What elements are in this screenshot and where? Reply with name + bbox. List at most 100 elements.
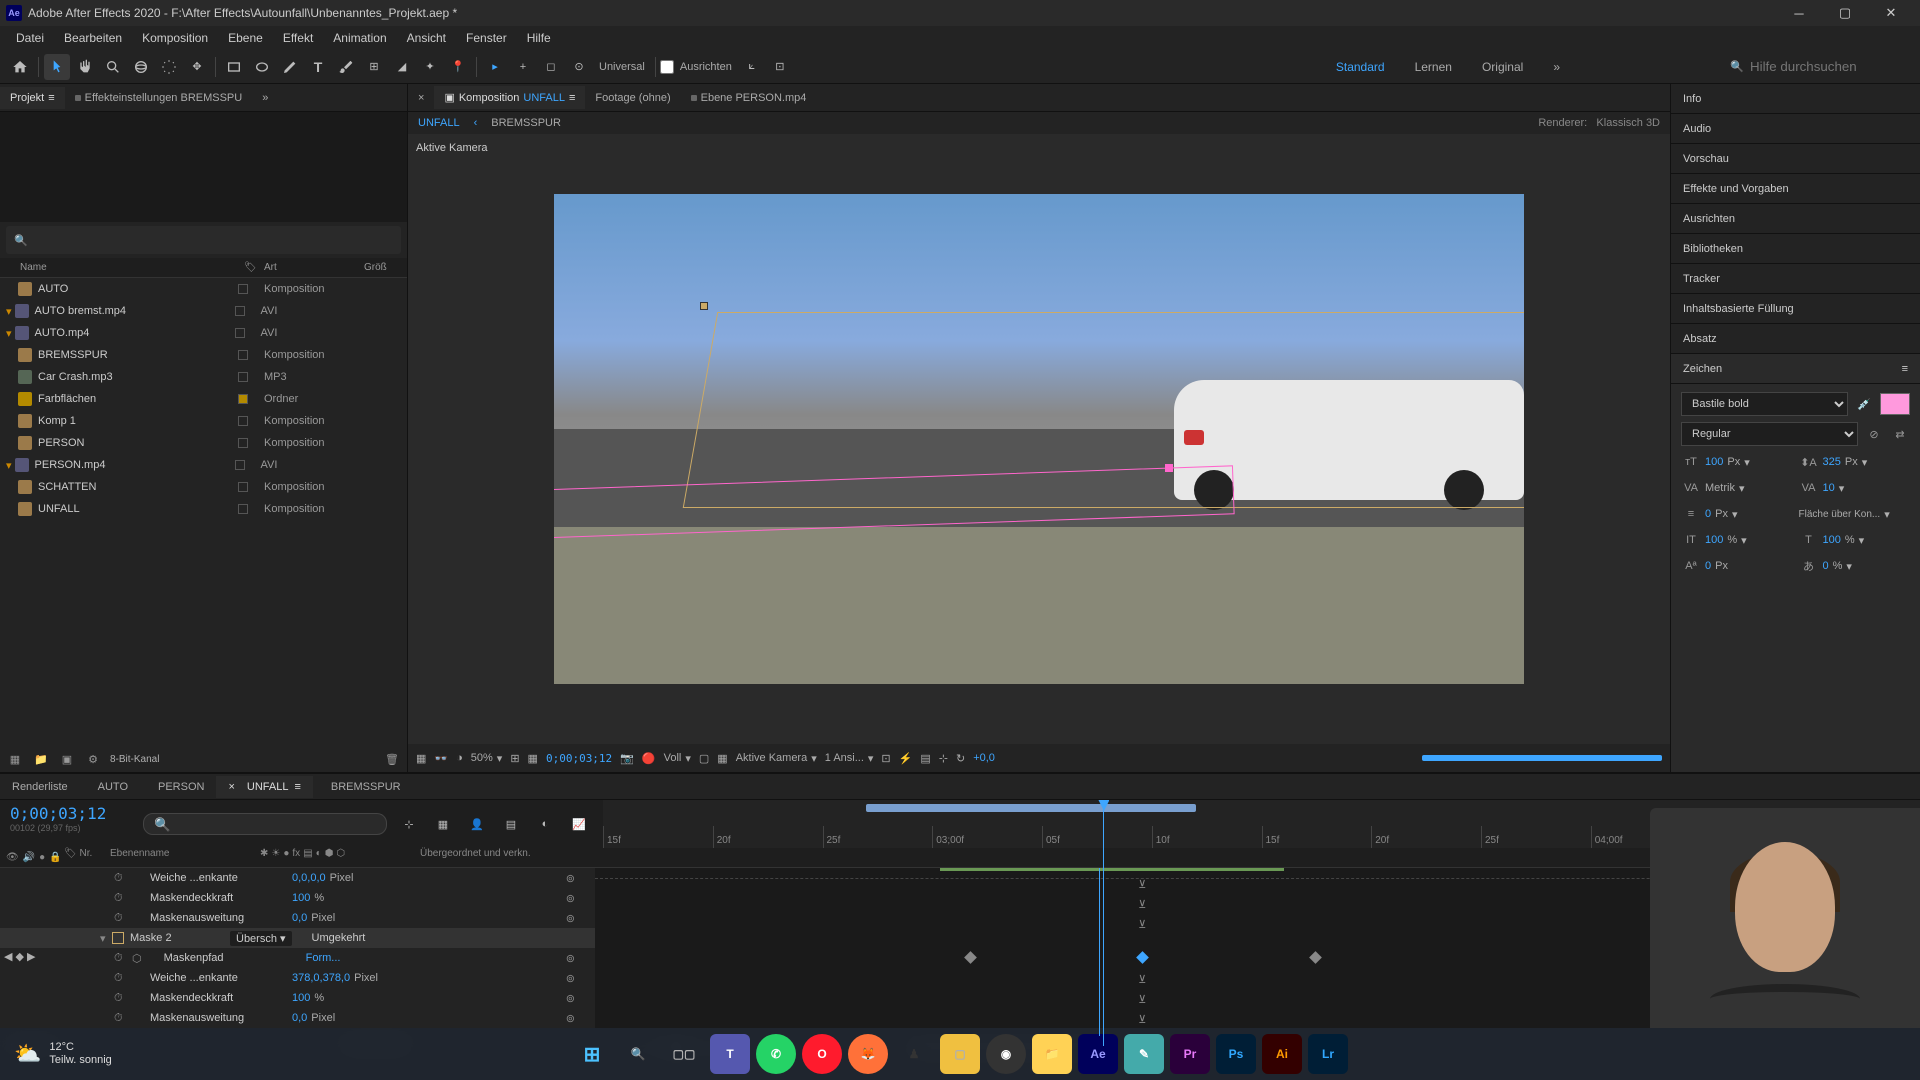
exposure-value[interactable]: +0,0 xyxy=(973,752,995,764)
reset-exposure[interactable]: ↻ xyxy=(956,752,965,765)
menu-komposition[interactable]: Komposition xyxy=(132,28,218,48)
task-view[interactable]: ▢▢ xyxy=(664,1034,704,1074)
selection-tool[interactable] xyxy=(44,54,70,80)
view-select[interactable]: Aktive Kamera ▾ xyxy=(736,752,817,765)
menu-fenster[interactable]: Fenster xyxy=(456,28,517,48)
timeline-timecode[interactable]: 0;00;03;12 xyxy=(10,804,125,823)
bit-depth[interactable]: 8-Bit-Kanal xyxy=(110,754,159,765)
orbit-tool[interactable] xyxy=(128,54,154,80)
fullres-toggle[interactable]: ⊞ xyxy=(510,752,519,765)
viewer-timecode[interactable]: 0;00;03;12 xyxy=(546,752,612,765)
swap-colors-icon[interactable]: ⇄ xyxy=(1890,424,1910,444)
comp-viewer[interactable]: Aktive Kamera xyxy=(408,134,1670,744)
flowchart-btn[interactable]: ⊹ xyxy=(939,752,948,765)
zoom-tool[interactable] xyxy=(100,54,126,80)
search-button[interactable]: 🔍 xyxy=(618,1034,658,1074)
project-item[interactable]: UNFALLKomposition xyxy=(0,498,407,520)
leading-value[interactable]: 325 xyxy=(1823,456,1841,468)
rotation-tool[interactable] xyxy=(156,54,182,80)
app-obs[interactable]: ◉ xyxy=(986,1034,1026,1074)
new-comp[interactable]: ▣ xyxy=(58,750,76,768)
view-axis[interactable]: ◻ xyxy=(538,54,564,80)
home-button[interactable] xyxy=(7,54,33,80)
project-item[interactable]: ▾AUTO bremst.mp4AVI xyxy=(0,300,407,322)
stamp-tool[interactable]: ⊞ xyxy=(361,54,387,80)
project-item[interactable]: Komp 1Komposition xyxy=(0,410,407,432)
tab-overflow[interactable]: » xyxy=(252,87,278,109)
graph-editor[interactable]: 📈 xyxy=(566,811,592,837)
keyframe-next[interactable]: ▶ xyxy=(27,950,35,963)
text-tool[interactable]: T xyxy=(305,54,331,80)
motion-blur[interactable]: ◐ xyxy=(532,811,558,837)
weather-widget[interactable]: ⛅ 12°CTeilw. sonnig xyxy=(0,1041,126,1067)
fast-preview[interactable]: ⚡ xyxy=(899,752,913,765)
app-opera[interactable]: O xyxy=(802,1034,842,1074)
align-checkbox[interactable] xyxy=(660,60,674,74)
mask-toggle[interactable]: ◑ xyxy=(456,752,463,764)
minimize-button[interactable]: ─ xyxy=(1776,0,1822,26)
project-item[interactable]: SCHATTENKomposition xyxy=(0,476,407,498)
hand-tool[interactable] xyxy=(72,54,98,80)
anchor-tool[interactable]: ✥ xyxy=(184,54,210,80)
tab-renderliste[interactable]: Renderliste xyxy=(0,776,80,798)
app-illustrator[interactable]: Ai xyxy=(1262,1034,1302,1074)
comp-mini-flowchart[interactable]: ⊹ xyxy=(396,811,422,837)
glasses-toggle[interactable]: 👓 xyxy=(434,752,448,765)
timeline-btn[interactable]: ▤ xyxy=(920,752,930,765)
playhead[interactable] xyxy=(1103,806,1104,1046)
roto-tool[interactable]: ✦ xyxy=(417,54,443,80)
start-button[interactable]: ⊞ xyxy=(572,1034,612,1074)
timeline-layer-list[interactable]: ◀ ◆ ▶ ⏱Weiche ...enkante0,0,0,0Pixel⊚⏱Ma… xyxy=(0,868,595,1036)
panel-paragraph[interactable]: Absatz xyxy=(1671,324,1920,354)
snapshot-button[interactable]: 📷 xyxy=(620,752,634,765)
fill-color-swatch[interactable] xyxy=(1880,393,1910,415)
panel-character[interactable]: Zeichen≡ xyxy=(1671,354,1920,384)
timeline-property-row[interactable]: ⏱Maskenausweitung0,0Pixel⊚ xyxy=(0,1008,595,1028)
roi-toggle[interactable]: ▢ xyxy=(699,752,709,765)
baseline-value[interactable]: 0 xyxy=(1705,560,1711,572)
eyedropper-icon[interactable]: 💉 xyxy=(1854,394,1874,414)
menu-bearbeiten[interactable]: Bearbeiten xyxy=(54,28,132,48)
tab-layer[interactable]: Ebene PERSON.mp4 xyxy=(681,87,817,109)
tab-unfall[interactable]: ×UNFALL≡ xyxy=(216,776,312,798)
stroke-value[interactable]: 0 xyxy=(1705,508,1711,520)
app-teams[interactable]: T xyxy=(710,1034,750,1074)
app-photoshop[interactable]: Ps xyxy=(1216,1034,1256,1074)
font-family-select[interactable]: Bastile bold xyxy=(1681,392,1848,416)
timeline-property-row[interactable]: ⏱⬡MaskenpfadForm...⊚ xyxy=(0,948,595,968)
app-explorer[interactable]: 📁 xyxy=(1032,1034,1072,1074)
frame-blend[interactable]: ▤ xyxy=(498,811,524,837)
timeline-property-row[interactable]: ▾Maske 2Übersch ▾Umgekehrt xyxy=(0,928,595,948)
channel-toggle[interactable]: 🔴 xyxy=(642,752,656,765)
col-ebenenname[interactable]: Ebenenname xyxy=(110,848,260,867)
timeline-property-row[interactable]: ⏱Maskenausweitung0,0Pixel⊚ xyxy=(0,908,595,928)
project-item[interactable]: FarbflächenOrdner xyxy=(0,388,407,410)
app-premiere[interactable]: Pr xyxy=(1170,1034,1210,1074)
menu-hilfe[interactable]: Hilfe xyxy=(517,28,561,48)
tab-effect-controls[interactable]: Effekteinstellungen BREMSSPU xyxy=(65,87,253,109)
project-item[interactable]: ▾AUTO.mp4AVI xyxy=(0,322,407,344)
snap-edge[interactable]: ⟀ xyxy=(739,54,765,80)
project-list[interactable]: AUTOKomposition▾AUTO bremst.mp4AVI▾AUTO.… xyxy=(0,278,407,746)
ellipse-tool[interactable] xyxy=(249,54,275,80)
menu-datei[interactable]: Datei xyxy=(6,28,54,48)
panel-tracker[interactable]: Tracker xyxy=(1671,264,1920,294)
app-lightroom[interactable]: Lr xyxy=(1308,1034,1348,1074)
tab-footage[interactable]: Footage (ohne) xyxy=(585,87,680,109)
panel-audio[interactable]: Audio xyxy=(1671,114,1920,144)
resolution-select[interactable]: Voll ▾ xyxy=(664,752,691,765)
help-search-input[interactable] xyxy=(1750,59,1910,74)
project-settings[interactable]: ⚙ xyxy=(84,750,102,768)
puppet-tool[interactable]: 📍 xyxy=(445,54,471,80)
pixel-aspect[interactable]: ⊡ xyxy=(881,752,890,765)
panel-info[interactable]: Info xyxy=(1671,84,1920,114)
pen-tool[interactable] xyxy=(277,54,303,80)
app-unknown1[interactable]: ♟ xyxy=(894,1034,934,1074)
local-axis[interactable]: ▸ xyxy=(482,54,508,80)
project-search-input[interactable] xyxy=(34,233,393,248)
workspace-lernen[interactable]: Lernen xyxy=(1415,60,1452,74)
keyframe-add[interactable]: ◆ xyxy=(15,950,23,963)
app-whatsapp[interactable]: ✆ xyxy=(756,1034,796,1074)
interpret-footage[interactable]: ▦ xyxy=(6,750,24,768)
views-count[interactable]: 1 Ansi... ▾ xyxy=(825,752,874,765)
